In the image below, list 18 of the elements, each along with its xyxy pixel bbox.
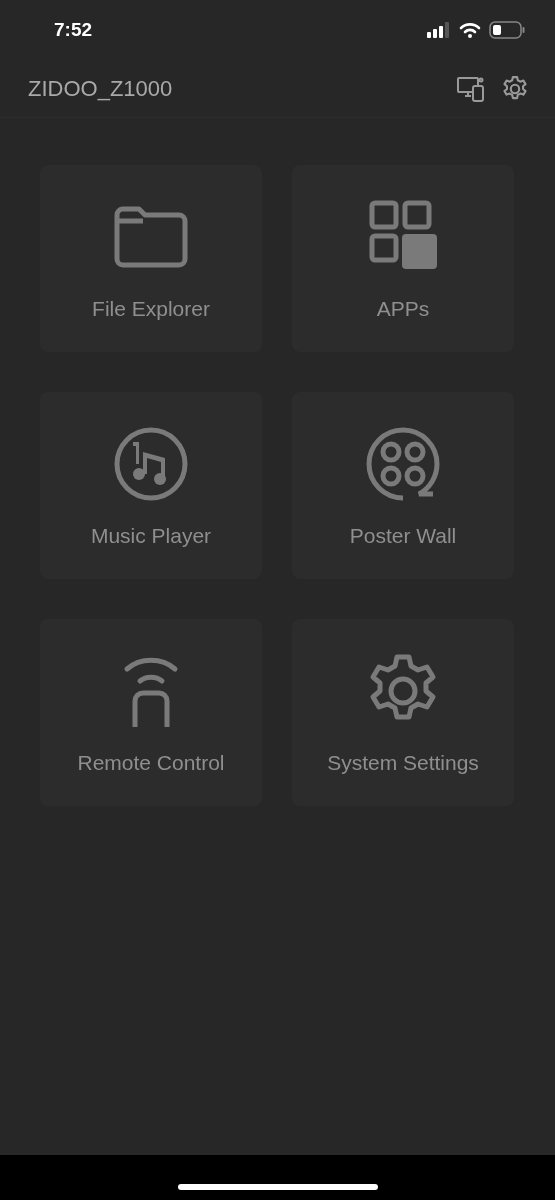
battery-icon [489, 21, 525, 39]
menu-tile[interactable]: Music Player [40, 392, 262, 579]
menu-tile[interactable]: Remote Control [40, 619, 262, 806]
tile-label: Music Player [90, 523, 212, 548]
menu-tile[interactable]: Poster Wall [292, 392, 514, 579]
device-title: ZIDOO_Z1000 [28, 75, 173, 102]
menu-tile[interactable]: System Settings [292, 619, 514, 806]
signal-icon [427, 22, 451, 38]
tile-label: Poster Wall [349, 523, 457, 548]
tile-label: File Explorer [92, 296, 210, 321]
menu-tile[interactable]: File Explorer [40, 165, 262, 352]
tile-label: APPs [376, 296, 430, 321]
tile-label: Remote Control [77, 750, 225, 775]
tile-label: System Settings [327, 750, 479, 775]
menu-tile[interactable]: APPs [292, 165, 514, 352]
wifi-icon [459, 22, 481, 38]
screen-devices-icon[interactable] [457, 75, 485, 102]
status-time: 7:52 [54, 19, 93, 41]
